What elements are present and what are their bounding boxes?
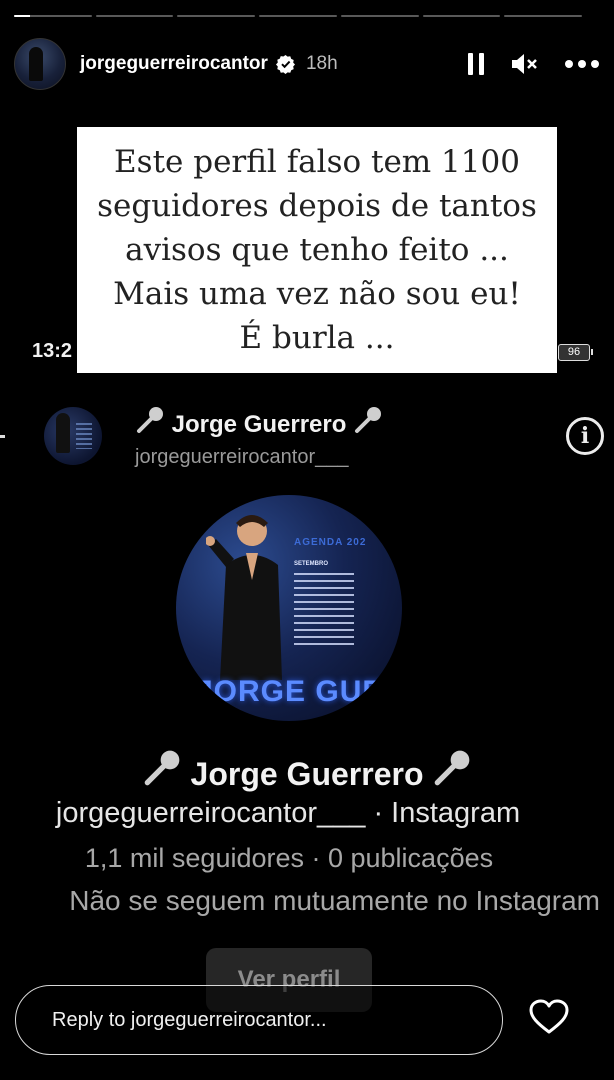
warning-note: Este perfil falso tem 1100 seguidores de… — [77, 127, 557, 373]
brand-text: JORGE GUERRE — [196, 675, 402, 708]
fake-profile-mutual-status: Não se seguem mutuamente no Instagram — [69, 885, 600, 916]
story-segment-5 — [340, 15, 419, 17]
more-options-icon[interactable] — [564, 59, 600, 69]
warning-note-line: Mais uma vez não sou eu! — [113, 276, 521, 312]
fake-profile-handle-small: jorgeguerreirocantor___ — [135, 446, 349, 468]
story-time-ago: 18h — [305, 53, 338, 74]
fake-profile-picture: AGENDA 202 SETEMBRO JORGE GUERRE — [176, 495, 402, 721]
story-segment-6 — [422, 15, 501, 17]
story-segment-2 — [95, 15, 174, 17]
author-avatar[interactable] — [14, 38, 66, 90]
story-header: jorgeguerreirocantor 18h — [14, 38, 600, 90]
agenda-month-text: SETEMBRO — [294, 561, 329, 567]
story-progress-bar — [14, 15, 583, 17]
microphone-icon — [137, 407, 163, 433]
story-segment-4 — [259, 15, 337, 17]
screenshot-battery: 96 — [558, 344, 593, 361]
microphone-icon — [355, 407, 382, 433]
fake-profile-stats: 1,1 mil seguidores · 0 publicações — [84, 843, 494, 873]
mute-icon[interactable] — [510, 52, 538, 76]
agenda-list — [294, 573, 354, 648]
agenda-title-text: AGENDA 202 — [294, 537, 367, 548]
info-icon: i — [566, 417, 604, 455]
singer-figure — [206, 515, 282, 680]
back-arrow-fragment — [0, 435, 5, 438]
warning-note-line: avisos que tenho feito ... — [125, 232, 509, 268]
reply-bar[interactable] — [15, 985, 503, 1055]
screenshot-clock: 13:2 — [32, 340, 73, 362]
story-segment-1 — [14, 15, 92, 17]
fake-profile-name-small: Jorge Guerrero — [135, 405, 383, 439]
reply-input[interactable] — [50, 1007, 502, 1033]
author-username[interactable]: jorgeguerreirocantor — [80, 53, 268, 75]
fake-profile-avatar-small — [44, 407, 102, 465]
warning-note-line: É burla ... — [239, 320, 395, 356]
pause-icon[interactable] — [468, 53, 484, 75]
microphone-icon — [435, 750, 470, 786]
story-segment-3 — [177, 15, 256, 17]
microphone-icon — [144, 750, 179, 786]
fake-profile-handle-platform: jorgeguerreirocantor___ · Instagram — [55, 797, 521, 829]
story-segment-7 — [504, 15, 583, 17]
like-heart-icon[interactable] — [529, 999, 569, 1035]
fake-profile-name: Jorge Guerrero — [0, 748, 614, 793]
warning-note-line: seguidores depois de tantos — [97, 188, 537, 224]
verified-badge-icon — [275, 54, 295, 74]
warning-note-line: Este perfil falso tem 1100 — [114, 144, 520, 180]
